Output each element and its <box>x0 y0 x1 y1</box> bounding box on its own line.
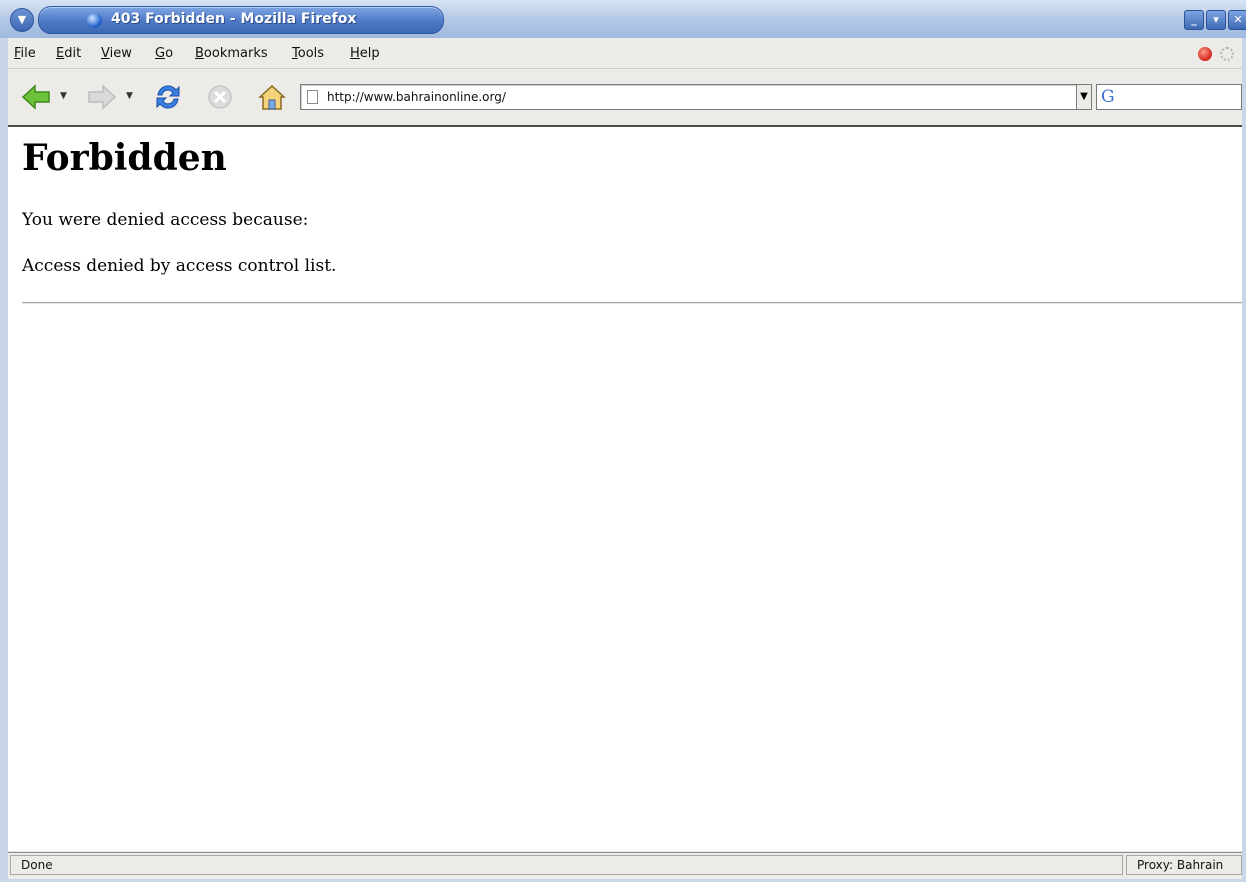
status-bar: Done Proxy: Bahrain <box>8 852 1242 879</box>
window-title: 403 Forbidden - Mozilla Firefox <box>111 11 357 27</box>
menu-tools-rest: ools <box>297 46 325 61</box>
menu-help-rest: elp <box>359 46 380 61</box>
reload-icon[interactable] <box>152 81 184 113</box>
stop-icon[interactable] <box>204 81 236 113</box>
alert-icon[interactable] <box>1198 47 1212 61</box>
navigation-toolbar: ▼ ▼ http://www.bahrainonline.org/ ▼ G <box>8 69 1242 127</box>
status-text: Done <box>10 855 1123 875</box>
menu-edit-rest: dit <box>64 46 82 61</box>
menu-file-rest: ile <box>20 46 36 61</box>
url-history-dropdown-button[interactable]: ▼ <box>1076 84 1092 110</box>
chevron-down-icon[interactable]: ▼ <box>10 8 34 32</box>
close-button[interactable]: ✕ <box>1228 10 1246 30</box>
denied-reason: Access denied by access control list. <box>22 256 337 276</box>
title-bar[interactable]: ▼ 403 Forbidden - Mozilla Firefox _ ▾ ✕ <box>0 0 1246 38</box>
maximize-button[interactable]: ▾ <box>1206 10 1226 30</box>
browser-window: ▼ 403 Forbidden - Mozilla Firefox _ ▾ ✕ … <box>0 0 1246 882</box>
menu-view-rest: iew <box>109 46 132 61</box>
menu-file[interactable]: File <box>14 46 36 61</box>
search-engine-icon[interactable]: G <box>1101 87 1121 107</box>
back-dropdown-icon[interactable]: ▼ <box>60 91 67 101</box>
menu-view-accel: V <box>101 46 110 61</box>
page-icon <box>307 90 318 104</box>
forward-dropdown-icon[interactable]: ▼ <box>126 91 133 101</box>
firefox-globe-icon <box>87 13 102 28</box>
url-field[interactable]: http://www.bahrainonline.org/ <box>300 84 1078 110</box>
menu-go-accel: G <box>155 46 166 61</box>
page-heading: Forbidden <box>22 137 227 179</box>
menu-bookmarks-rest: ookmarks <box>203 46 268 61</box>
title-pill: 403 Forbidden - Mozilla Firefox <box>38 6 444 34</box>
menu-bookmarks[interactable]: Bookmarks <box>195 46 268 61</box>
proxy-indicator[interactable]: Proxy: Bahrain <box>1126 855 1242 875</box>
denied-reason-intro: You were denied access because: <box>22 210 309 230</box>
page-content: Forbidden You were denied access because… <box>8 127 1242 851</box>
home-icon[interactable] <box>256 81 288 113</box>
menu-help[interactable]: Help <box>350 46 380 61</box>
menu-go-rest: o <box>165 46 174 61</box>
forward-arrow-icon[interactable] <box>86 81 118 113</box>
menu-tools[interactable]: Tools <box>292 46 324 61</box>
search-field[interactable]: G <box>1096 84 1242 110</box>
url-text[interactable]: http://www.bahrainonline.org/ <box>327 90 506 104</box>
menu-help-accel: H <box>350 46 360 61</box>
menu-edit[interactable]: Edit <box>56 46 81 61</box>
throbber-icon <box>1220 47 1234 61</box>
horizontal-rule <box>22 302 1242 304</box>
menu-edit-accel: E <box>56 46 65 61</box>
back-arrow-icon[interactable] <box>20 81 52 113</box>
menu-view[interactable]: View <box>101 46 132 61</box>
menu-go[interactable]: Go <box>155 46 173 61</box>
minimize-button[interactable]: _ <box>1184 10 1204 30</box>
menu-bar: File Edit View Go Bookmarks Tools Help <box>8 38 1242 69</box>
menu-bookmarks-accel: B <box>195 46 204 61</box>
